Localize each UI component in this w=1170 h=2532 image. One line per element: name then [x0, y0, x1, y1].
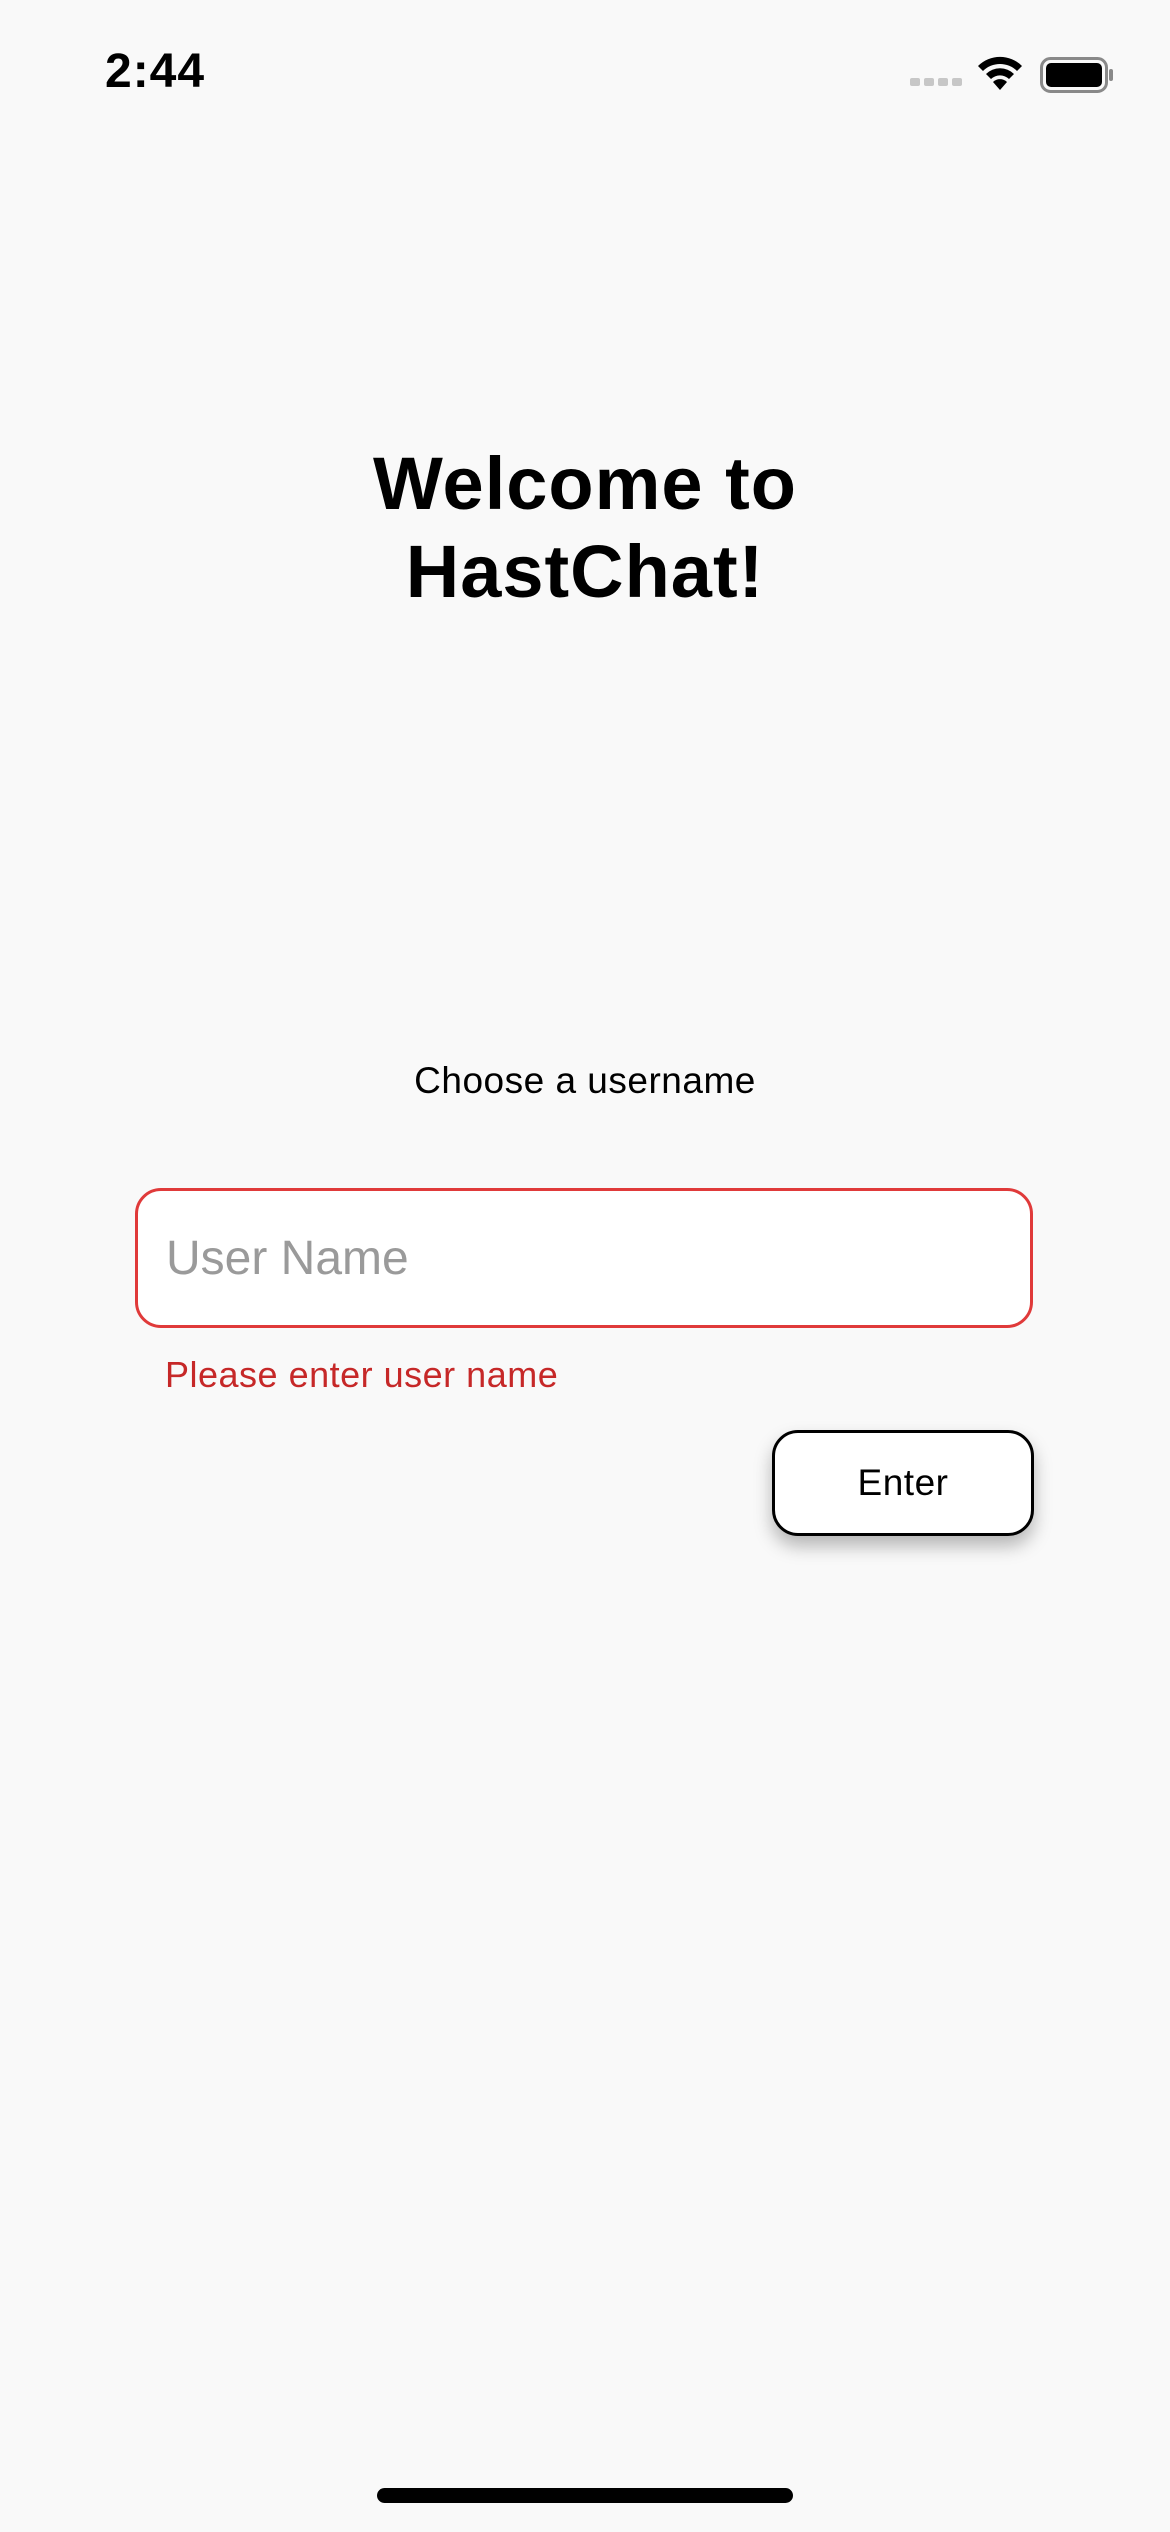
signal-icon	[910, 78, 962, 86]
home-indicator[interactable]	[377, 2488, 793, 2503]
battery-icon	[1040, 57, 1113, 93]
title-line-1: Welcome to	[373, 442, 797, 525]
wifi-icon	[978, 56, 1022, 90]
status-bar: 2:44	[0, 0, 1170, 150]
username-prompt-label: Choose a username	[414, 1060, 756, 1101]
enter-button[interactable]: Enter	[772, 1430, 1034, 1536]
title-line-2: HastChat!	[405, 530, 765, 613]
status-time: 2:44	[105, 45, 206, 98]
username-error-message: Please enter user name	[165, 1354, 559, 1395]
page-title: Welcome to HastChat!	[0, 440, 1170, 616]
username-input[interactable]	[135, 1188, 1033, 1328]
